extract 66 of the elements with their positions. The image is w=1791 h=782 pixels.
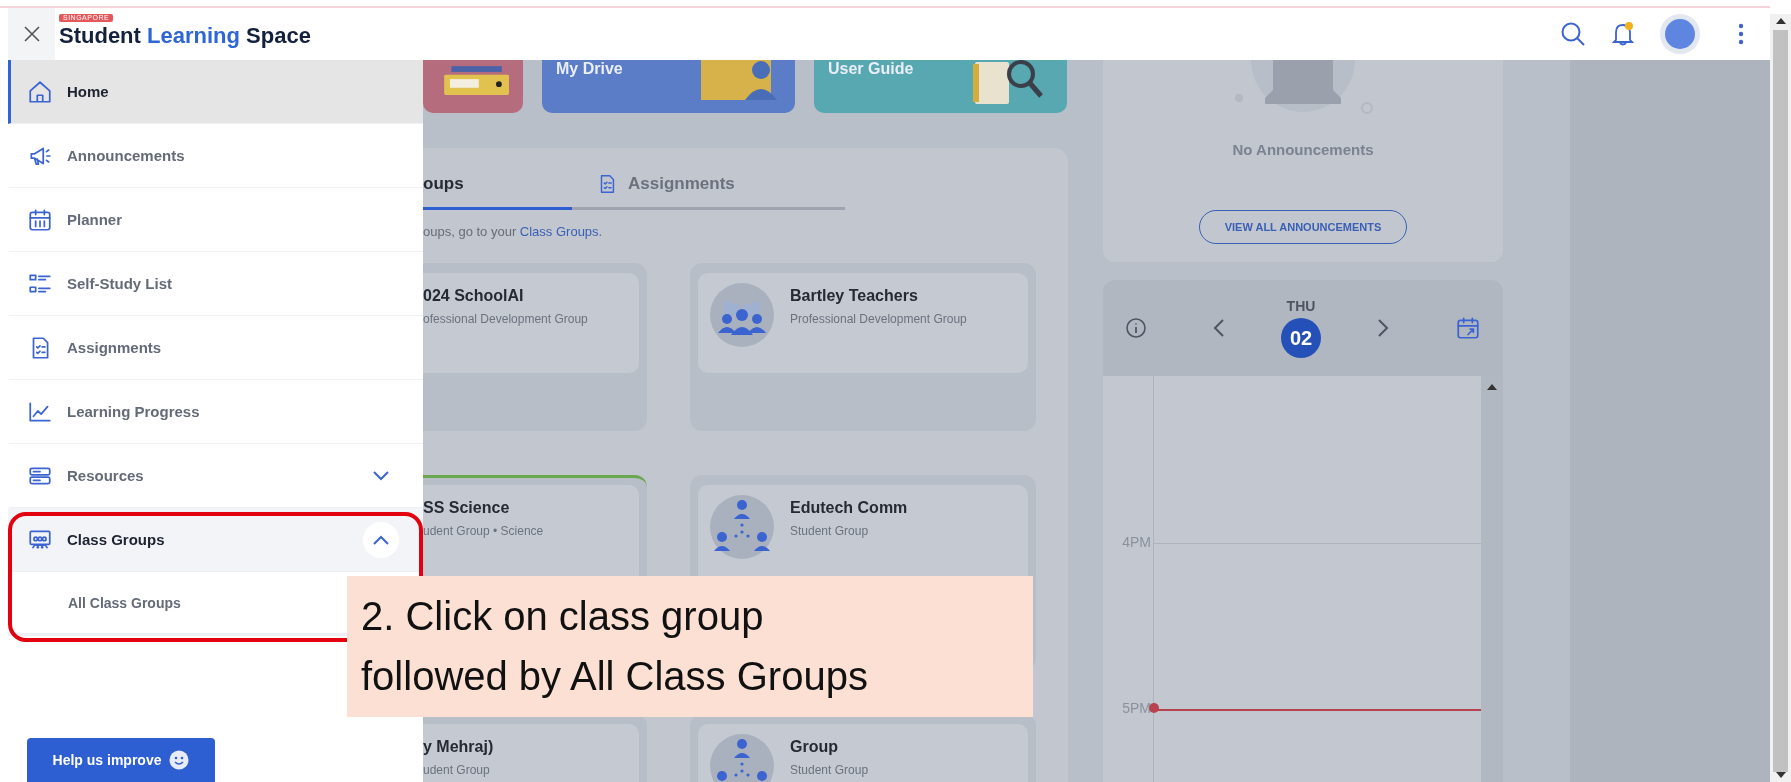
group-card[interactable]: Bartley Teachers Professional Development Group bbox=[690, 263, 1036, 431]
weekday-label: THU bbox=[1286, 298, 1316, 314]
instruction-tooltip: 2. Click on class group followed by All Class Groups bbox=[347, 576, 1033, 717]
hour-label: 5PM bbox=[1122, 700, 1151, 716]
date-badge[interactable]: 02 bbox=[1281, 318, 1321, 358]
calendar-arrow-icon bbox=[1455, 315, 1481, 341]
search-icon bbox=[1560, 21, 1586, 47]
sidebar-item[interactable]: Home bbox=[8, 60, 423, 124]
calendar-icon bbox=[27, 206, 53, 233]
empty-message: No Announcements bbox=[1232, 141, 1374, 158]
tab[interactable]: oups bbox=[423, 160, 572, 210]
group-type: udent Group bbox=[423, 763, 491, 777]
previous-day-button[interactable] bbox=[1213, 318, 1225, 338]
group-title: Group bbox=[790, 737, 839, 757]
group-type: Student Group bbox=[790, 524, 870, 538]
class-groups-link[interactable]: Class Groups bbox=[519, 224, 599, 239]
info-icon bbox=[1125, 317, 1147, 339]
next-day-button[interactable] bbox=[1377, 318, 1389, 338]
sidebar-item[interactable]: Planner bbox=[8, 188, 423, 252]
group-card[interactable]: y Mehraj) udent Group bbox=[423, 714, 647, 782]
shortcut-label: User Guide bbox=[828, 60, 914, 78]
group-title: Edutech Comm bbox=[790, 498, 908, 518]
network-avatar-icon bbox=[710, 734, 774, 782]
more-icon bbox=[1738, 22, 1744, 46]
open-calendar-button[interactable] bbox=[1455, 315, 1481, 341]
group-type: udent Group • Science bbox=[423, 524, 544, 538]
sidebar-item[interactable]: Announcements bbox=[8, 124, 423, 188]
page-scrollbar[interactable] bbox=[1770, 14, 1791, 782]
chevron-down-icon[interactable] bbox=[372, 469, 390, 482]
group-type: Student Group bbox=[790, 763, 869, 777]
bell-icon bbox=[1612, 22, 1634, 46]
group-title: 024 SchoolAI bbox=[423, 286, 525, 306]
close-icon bbox=[22, 25, 41, 43]
group-title: SS Science bbox=[423, 498, 511, 518]
help-button[interactable]: Help us improve bbox=[27, 738, 215, 782]
search-button[interactable] bbox=[1560, 21, 1586, 47]
sidebar-item[interactable]: Assignments bbox=[8, 316, 423, 380]
notifications-button[interactable] bbox=[1612, 22, 1634, 46]
people-avatar-icon bbox=[710, 283, 774, 347]
network-avatar-icon bbox=[710, 495, 774, 559]
current-time-dot bbox=[1149, 703, 1159, 713]
info-button[interactable] bbox=[1125, 317, 1147, 339]
smiley-icon bbox=[169, 750, 190, 770]
chevron-right-icon bbox=[1377, 318, 1389, 338]
avatar-icon bbox=[1665, 19, 1695, 49]
hour-label: 4PM bbox=[1122, 534, 1151, 550]
sidebar-item[interactable]: Self-Study List bbox=[8, 252, 423, 316]
sidebar-item[interactable]: Class Groups bbox=[8, 508, 423, 572]
calendar-scrollbar[interactable] bbox=[1481, 376, 1503, 782]
shortcut-card[interactable] bbox=[423, 60, 523, 113]
chevron-up-icon[interactable] bbox=[372, 533, 390, 546]
group-card[interactable]: Group Student Group bbox=[690, 714, 1036, 782]
group-type: ofessional Development Group bbox=[423, 312, 588, 326]
chevron-left-icon bbox=[1213, 318, 1225, 338]
group-card[interactable]: 024 SchoolAI ofessional Development Group bbox=[423, 263, 647, 431]
more-button[interactable] bbox=[1738, 22, 1744, 46]
app-title: Student Learning Space bbox=[59, 22, 311, 49]
shortcut-card[interactable]: My Drive bbox=[542, 60, 795, 113]
tab[interactable]: Assignments bbox=[572, 160, 845, 210]
shortcut-label: My Drive bbox=[556, 60, 623, 78]
group-title: y Mehraj) bbox=[423, 737, 494, 757]
group-type: Professional Development Group bbox=[790, 312, 967, 326]
profile-button[interactable] bbox=[1660, 14, 1700, 54]
group-title: Bartley Teachers bbox=[790, 286, 919, 306]
close-button[interactable] bbox=[8, 8, 55, 60]
hint-text: oups, go to your Class Groups. bbox=[423, 224, 604, 239]
